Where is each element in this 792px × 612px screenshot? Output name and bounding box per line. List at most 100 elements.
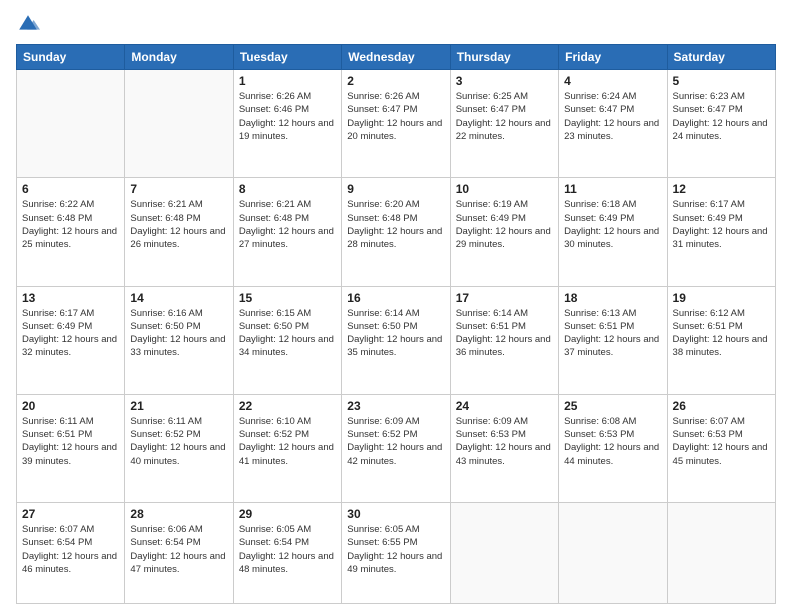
day-info: Sunrise: 6:17 AMSunset: 6:49 PMDaylight:…: [673, 198, 770, 251]
calendar-cell: 3 Sunrise: 6:25 AMSunset: 6:47 PMDaylight…: [450, 70, 558, 178]
weekday-header-saturday: Saturday: [667, 45, 775, 70]
day-number: 6: [22, 182, 119, 196]
calendar-cell: 7 Sunrise: 6:21 AMSunset: 6:48 PMDaylight…: [125, 178, 233, 286]
calendar-cell: 26 Sunrise: 6:07 AMSunset: 6:53 PMDayligh…: [667, 394, 775, 502]
week-row-2: 6 Sunrise: 6:22 AMSunset: 6:48 PMDaylight…: [17, 178, 776, 286]
day-number: 10: [456, 182, 553, 196]
day-info: Sunrise: 6:21 AMSunset: 6:48 PMDaylight:…: [130, 198, 227, 251]
header: [16, 12, 776, 36]
day-info: Sunrise: 6:13 AMSunset: 6:51 PMDaylight:…: [564, 307, 661, 360]
day-number: 12: [673, 182, 770, 196]
weekday-header-monday: Monday: [125, 45, 233, 70]
week-row-4: 20 Sunrise: 6:11 AMSunset: 6:51 PMDayligh…: [17, 394, 776, 502]
day-number: 30: [347, 507, 444, 521]
calendar-cell: 18 Sunrise: 6:13 AMSunset: 6:51 PMDayligh…: [559, 286, 667, 394]
calendar-cell: 27 Sunrise: 6:07 AMSunset: 6:54 PMDayligh…: [17, 503, 125, 604]
day-info: Sunrise: 6:12 AMSunset: 6:51 PMDaylight:…: [673, 307, 770, 360]
day-info: Sunrise: 6:25 AMSunset: 6:47 PMDaylight:…: [456, 90, 553, 143]
calendar-cell: 1 Sunrise: 6:26 AMSunset: 6:46 PMDaylight…: [233, 70, 341, 178]
day-info: Sunrise: 6:06 AMSunset: 6:54 PMDaylight:…: [130, 523, 227, 576]
day-number: 29: [239, 507, 336, 521]
calendar-cell: 8 Sunrise: 6:21 AMSunset: 6:48 PMDaylight…: [233, 178, 341, 286]
calendar-cell: [559, 503, 667, 604]
day-number: 18: [564, 291, 661, 305]
day-info: Sunrise: 6:26 AMSunset: 6:46 PMDaylight:…: [239, 90, 336, 143]
week-row-1: 1 Sunrise: 6:26 AMSunset: 6:46 PMDaylight…: [17, 70, 776, 178]
day-info: Sunrise: 6:07 AMSunset: 6:53 PMDaylight:…: [673, 415, 770, 468]
day-number: 22: [239, 399, 336, 413]
week-row-3: 13Sunrise: 6:17 AMSunset: 6:49 PMDayligh…: [17, 286, 776, 394]
day-number: 25: [564, 399, 661, 413]
day-info: Sunrise: 6:11 AMSunset: 6:52 PMDaylight:…: [130, 415, 227, 468]
day-number: 1: [239, 74, 336, 88]
day-info: Sunrise: 6:22 AMSunset: 6:48 PMDaylight:…: [22, 198, 119, 251]
calendar-cell: 4 Sunrise: 6:24 AMSunset: 6:47 PMDaylight…: [559, 70, 667, 178]
day-info: Sunrise: 6:05 AMSunset: 6:55 PMDaylight:…: [347, 523, 444, 576]
day-number: 15: [239, 291, 336, 305]
day-number: 23: [347, 399, 444, 413]
calendar-cell: 14Sunrise: 6:16 AMSunset: 6:50 PMDayligh…: [125, 286, 233, 394]
calendar-cell: 5 Sunrise: 6:23 AMSunset: 6:47 PMDaylight…: [667, 70, 775, 178]
day-info: Sunrise: 6:07 AMSunset: 6:54 PMDaylight:…: [22, 523, 119, 576]
day-info: Sunrise: 6:05 AMSunset: 6:54 PMDaylight:…: [239, 523, 336, 576]
calendar-cell: 9 Sunrise: 6:20 AMSunset: 6:48 PMDaylight…: [342, 178, 450, 286]
day-info: Sunrise: 6:23 AMSunset: 6:47 PMDaylight:…: [673, 90, 770, 143]
calendar-cell: 2 Sunrise: 6:26 AMSunset: 6:47 PMDaylight…: [342, 70, 450, 178]
day-info: Sunrise: 6:15 AMSunset: 6:50 PMDaylight:…: [239, 307, 336, 360]
calendar-cell: [450, 503, 558, 604]
day-number: 13: [22, 291, 119, 305]
weekday-header-thursday: Thursday: [450, 45, 558, 70]
day-info: Sunrise: 6:21 AMSunset: 6:48 PMDaylight:…: [239, 198, 336, 251]
week-row-5: 27 Sunrise: 6:07 AMSunset: 6:54 PMDayligh…: [17, 503, 776, 604]
day-number: 2: [347, 74, 444, 88]
day-number: 24: [456, 399, 553, 413]
day-number: 17: [456, 291, 553, 305]
day-number: 8: [239, 182, 336, 196]
day-number: 7: [130, 182, 227, 196]
day-number: 5: [673, 74, 770, 88]
day-info: Sunrise: 6:09 AMSunset: 6:53 PMDaylight:…: [456, 415, 553, 468]
calendar-cell: 22 Sunrise: 6:10 AMSunset: 6:52 PMDayligh…: [233, 394, 341, 502]
day-info: Sunrise: 6:14 AMSunset: 6:50 PMDaylight:…: [347, 307, 444, 360]
calendar-cell: 23 Sunrise: 6:09 AMSunset: 6:52 PMDayligh…: [342, 394, 450, 502]
day-info: Sunrise: 6:20 AMSunset: 6:48 PMDaylight:…: [347, 198, 444, 251]
calendar-cell: 20 Sunrise: 6:11 AMSunset: 6:51 PMDayligh…: [17, 394, 125, 502]
day-info: Sunrise: 6:24 AMSunset: 6:47 PMDaylight:…: [564, 90, 661, 143]
calendar-cell: 21 Sunrise: 6:11 AMSunset: 6:52 PMDayligh…: [125, 394, 233, 502]
page: SundayMondayTuesdayWednesdayThursdayFrid…: [0, 0, 792, 612]
logo: [16, 12, 44, 36]
day-number: 27: [22, 507, 119, 521]
day-number: 26: [673, 399, 770, 413]
day-info: Sunrise: 6:09 AMSunset: 6:52 PMDaylight:…: [347, 415, 444, 468]
calendar-cell: 17Sunrise: 6:14 AMSunset: 6:51 PMDayligh…: [450, 286, 558, 394]
weekday-header-wednesday: Wednesday: [342, 45, 450, 70]
day-number: 21: [130, 399, 227, 413]
day-number: 9: [347, 182, 444, 196]
calendar-cell: 19 Sunrise: 6:12 AMSunset: 6:51 PMDayligh…: [667, 286, 775, 394]
day-number: 14: [130, 291, 227, 305]
calendar-cell: 24 Sunrise: 6:09 AMSunset: 6:53 PMDayligh…: [450, 394, 558, 502]
calendar-cell: 13Sunrise: 6:17 AMSunset: 6:49 PMDayligh…: [17, 286, 125, 394]
day-info: Sunrise: 6:08 AMSunset: 6:53 PMDaylight:…: [564, 415, 661, 468]
day-info: Sunrise: 6:18 AMSunset: 6:49 PMDaylight:…: [564, 198, 661, 251]
calendar-cell: 10Sunrise: 6:19 AMSunset: 6:49 PMDayligh…: [450, 178, 558, 286]
day-number: 16: [347, 291, 444, 305]
calendar-cell: 11 Sunrise: 6:18 AMSunset: 6:49 PMDayligh…: [559, 178, 667, 286]
day-info: Sunrise: 6:11 AMSunset: 6:51 PMDaylight:…: [22, 415, 119, 468]
day-number: 3: [456, 74, 553, 88]
calendar-cell: 12 Sunrise: 6:17 AMSunset: 6:49 PMDayligh…: [667, 178, 775, 286]
day-number: 11: [564, 182, 661, 196]
calendar-cell: [17, 70, 125, 178]
day-info: Sunrise: 6:10 AMSunset: 6:52 PMDaylight:…: [239, 415, 336, 468]
day-number: 28: [130, 507, 227, 521]
day-number: 4: [564, 74, 661, 88]
weekday-header-friday: Friday: [559, 45, 667, 70]
calendar-cell: 30 Sunrise: 6:05 AMSunset: 6:55 PMDayligh…: [342, 503, 450, 604]
calendar-cell: 15 Sunrise: 6:15 AMSunset: 6:50 PMDayligh…: [233, 286, 341, 394]
calendar-cell: 16 Sunrise: 6:14 AMSunset: 6:50 PMDayligh…: [342, 286, 450, 394]
day-number: 19: [673, 291, 770, 305]
day-number: 20: [22, 399, 119, 413]
logo-icon: [16, 12, 40, 36]
day-info: Sunrise: 6:26 AMSunset: 6:47 PMDaylight:…: [347, 90, 444, 143]
calendar-cell: 29 Sunrise: 6:05 AMSunset: 6:54 PMDayligh…: [233, 503, 341, 604]
